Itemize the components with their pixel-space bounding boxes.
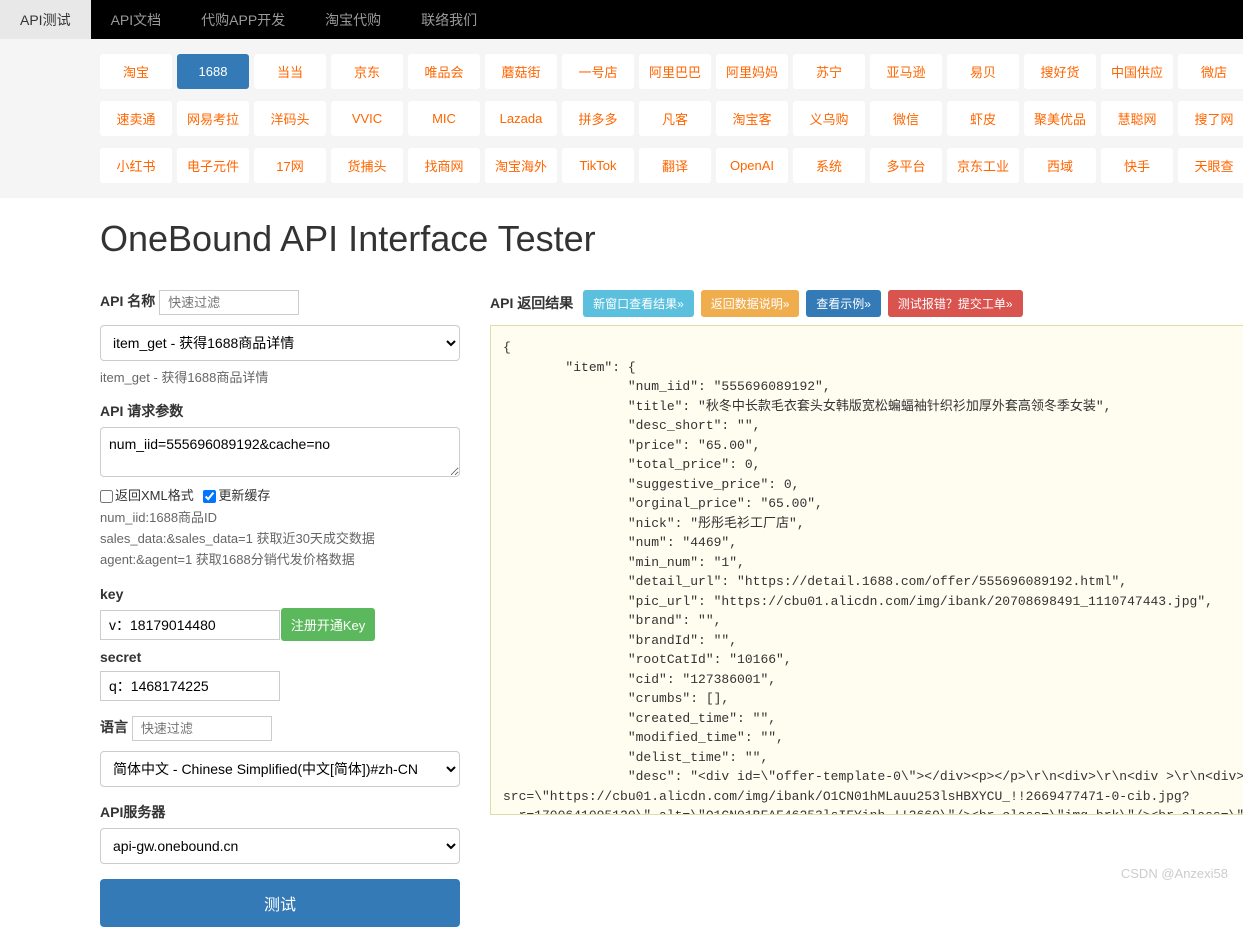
platform-btn-西域[interactable]: 西域 — [1024, 148, 1096, 183]
platform-btn-聚美优品[interactable]: 聚美优品 — [1024, 101, 1096, 136]
json-output[interactable]: { "item": { "num_iid": "555696089192", "… — [490, 325, 1243, 815]
cache-checkbox-label: 更新缓存 — [218, 488, 270, 503]
platform-btn-淘宝[interactable]: 淘宝 — [100, 54, 172, 89]
platform-btn-VVIC[interactable]: VVIC — [331, 101, 403, 136]
platform-btn-易贝[interactable]: 易贝 — [947, 54, 1019, 89]
platform-row-2: 速卖通网易考拉洋码头VVICMICLazada拼多多凡客淘宝客义乌购微信虾皮聚美… — [100, 101, 1143, 136]
platform-btn-淘宝客[interactable]: 淘宝客 — [716, 101, 788, 136]
platform-btn-速卖通[interactable]: 速卖通 — [100, 101, 172, 136]
lang-filter-input[interactable] — [132, 716, 272, 741]
platform-btn-亚马逊[interactable]: 亚马逊 — [870, 54, 942, 89]
platform-btn-搜好货[interactable]: 搜好货 — [1024, 54, 1096, 89]
report-button[interactable]: 测试报错？提交工单» — [888, 290, 1023, 317]
result-label: API 返回结果 — [490, 295, 573, 311]
xml-checkbox[interactable] — [100, 490, 113, 503]
top-nav: API测试 API文档 代购APP开发 淘宝代购 联络我们 — [0, 0, 1243, 39]
platform-btn-找商网[interactable]: 找商网 — [408, 148, 480, 183]
platform-btn-唯品会[interactable]: 唯品会 — [408, 54, 480, 89]
lang-select[interactable]: 简体中文 - Chinese Simplified(中文[简体])#zh-CN — [100, 751, 460, 787]
form-panel: API 名称 item_get - 获得1688商品详情 item_get - … — [100, 290, 460, 927]
server-select[interactable]: api-gw.onebound.cn — [100, 828, 460, 864]
api-select[interactable]: item_get - 获得1688商品详情 — [100, 325, 460, 361]
secret-input[interactable] — [100, 671, 280, 701]
params-desc: num_iid:1688商品ID sales_data:&sales_data=… — [100, 508, 460, 570]
api-name-filter-input[interactable] — [159, 290, 299, 315]
platform-btn-快手[interactable]: 快手 — [1101, 148, 1173, 183]
platform-btn-当当[interactable]: 当当 — [254, 54, 326, 89]
platform-btn-苏宁[interactable]: 苏宁 — [793, 54, 865, 89]
nav-contact[interactable]: 联络我们 — [401, 0, 497, 39]
platform-btn-义乌购[interactable]: 义乌购 — [793, 101, 865, 136]
platform-btn-中国供应[interactable]: 中国供应 — [1101, 54, 1173, 89]
data-desc-button[interactable]: 返回数据说明» — [701, 290, 800, 317]
api-name-label: API 名称 — [100, 291, 155, 311]
page-title: OneBound API Interface Tester — [100, 218, 1143, 260]
platform-row-3: 小红书电子元件17网货捕头找商网淘宝海外TikTok翻译OpenAI系统多平台京… — [100, 148, 1143, 183]
platform-btn-凡客[interactable]: 凡客 — [639, 101, 711, 136]
platform-btn-微信[interactable]: 微信 — [870, 101, 942, 136]
key-input[interactable] — [100, 610, 280, 640]
nav-api-docs[interactable]: API文档 — [91, 0, 182, 39]
platform-btn-电子元件[interactable]: 电子元件 — [177, 148, 249, 183]
test-button[interactable]: 测试 — [100, 879, 460, 927]
platform-btn-OpenAI[interactable]: OpenAI — [716, 148, 788, 183]
platform-btn-一号店[interactable]: 一号店 — [562, 54, 634, 89]
cache-checkbox[interactable] — [203, 490, 216, 503]
result-panel: API 返回结果 新窗口查看结果» 返回数据说明» 查看示例» 测试报错？提交工… — [490, 290, 1243, 927]
platform-btn-慧聪网[interactable]: 慧聪网 — [1101, 101, 1173, 136]
lang-label: 语言 — [100, 717, 128, 737]
platform-btn-洋码头[interactable]: 洋码头 — [254, 101, 326, 136]
platform-btn-蘑菇街[interactable]: 蘑菇街 — [485, 54, 557, 89]
platform-btn-阿里巴巴[interactable]: 阿里巴巴 — [639, 54, 711, 89]
nav-api-test[interactable]: API测试 — [0, 0, 91, 39]
platform-btn-TikTok[interactable]: TikTok — [562, 148, 634, 183]
platform-btn-1688[interactable]: 1688 — [177, 54, 249, 89]
platform-btn-拼多多[interactable]: 拼多多 — [562, 101, 634, 136]
platform-btn-京东工业[interactable]: 京东工业 — [947, 148, 1019, 183]
platform-row-1: 淘宝1688当当京东唯品会蘑菇街一号店阿里巴巴阿里妈妈苏宁亚马逊易贝搜好货中国供… — [100, 54, 1143, 89]
platform-btn-17网[interactable]: 17网 — [254, 148, 326, 183]
platform-btn-多平台[interactable]: 多平台 — [870, 148, 942, 183]
platform-btn-阿里妈妈[interactable]: 阿里妈妈 — [716, 54, 788, 89]
secret-label: secret — [100, 649, 141, 665]
watermark: CSDN @Anzexi58 — [1121, 866, 1228, 881]
register-key-button[interactable]: 注册开通Key — [281, 608, 375, 641]
platform-section: 淘宝1688当当京东唯品会蘑菇街一号店阿里巴巴阿里妈妈苏宁亚马逊易贝搜好货中国供… — [0, 39, 1243, 198]
server-label: API服务器 — [100, 802, 165, 822]
key-label: key — [100, 586, 123, 602]
platform-btn-系统[interactable]: 系统 — [793, 148, 865, 183]
platform-btn-淘宝海外[interactable]: 淘宝海外 — [485, 148, 557, 183]
api-params-label: API 请求参数 — [100, 401, 183, 421]
example-button[interactable]: 查看示例» — [806, 290, 881, 317]
platform-btn-虾皮[interactable]: 虾皮 — [947, 101, 1019, 136]
platform-btn-货捕头[interactable]: 货捕头 — [331, 148, 403, 183]
platform-btn-天眼查[interactable]: 天眼查 — [1178, 148, 1243, 183]
nav-taobao-proxy[interactable]: 淘宝代购 — [305, 0, 401, 39]
platform-btn-Lazada[interactable]: Lazada — [485, 101, 557, 136]
api-params-textarea[interactable]: num_iid=555696089192&cache=no — [100, 427, 460, 477]
platform-btn-翻译[interactable]: 翻译 — [639, 148, 711, 183]
platform-btn-小红书[interactable]: 小红书 — [100, 148, 172, 183]
xml-checkbox-label: 返回XML格式 — [115, 488, 194, 503]
platform-btn-京东[interactable]: 京东 — [331, 54, 403, 89]
platform-btn-搜了网[interactable]: 搜了网 — [1178, 101, 1243, 136]
main-content: OneBound API Interface Tester API 名称 ite… — [0, 198, 1243, 947]
platform-btn-微店[interactable]: 微店 — [1178, 54, 1243, 89]
platform-btn-MIC[interactable]: MIC — [408, 101, 480, 136]
new-window-button[interactable]: 新窗口查看结果» — [583, 290, 694, 317]
nav-app-dev[interactable]: 代购APP开发 — [181, 0, 305, 39]
api-desc-text: item_get - 获得1688商品详情 — [100, 367, 460, 386]
platform-btn-网易考拉[interactable]: 网易考拉 — [177, 101, 249, 136]
